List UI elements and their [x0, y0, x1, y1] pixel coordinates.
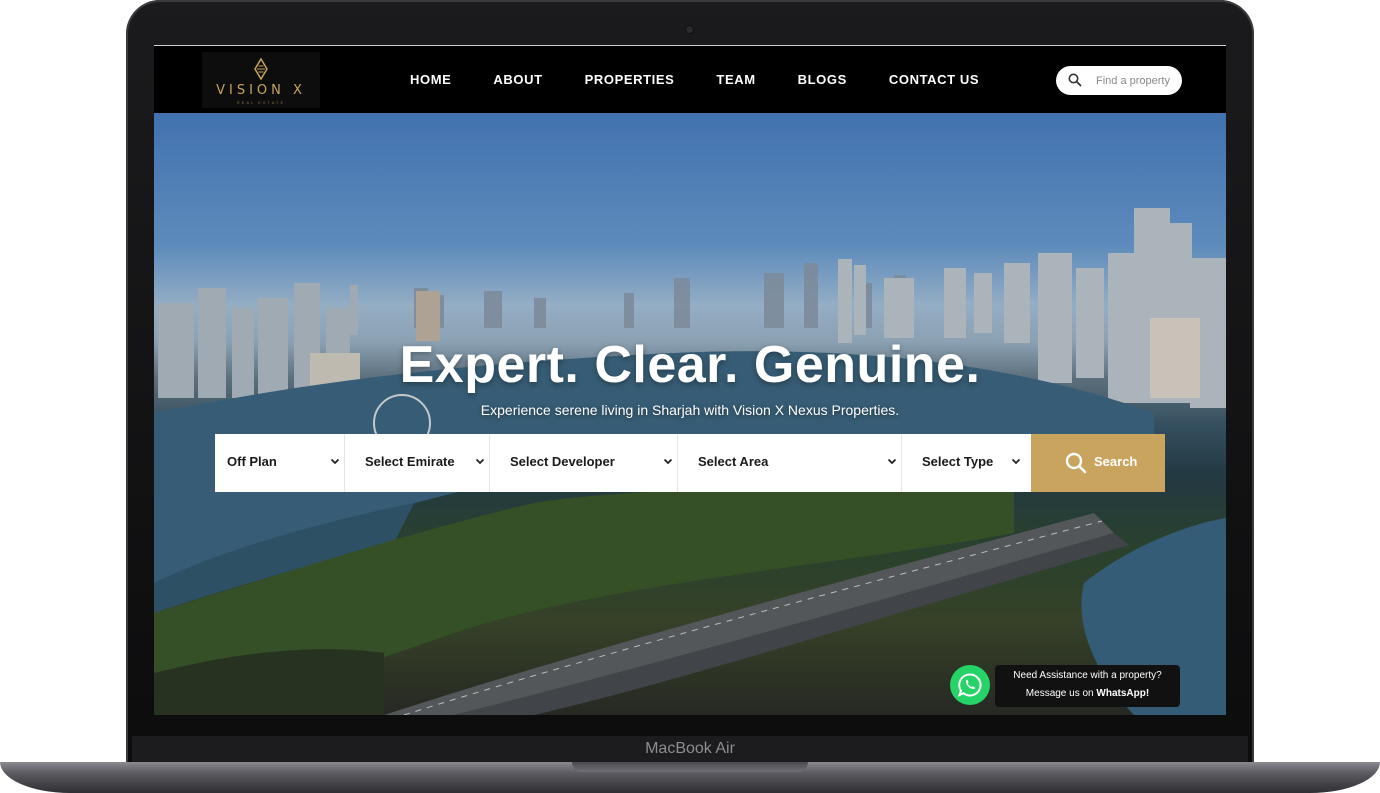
search-input[interactable]	[1096, 71, 1180, 90]
main-nav: HOME ABOUT PROPERTIES TEAM BLOGS CONTACT…	[410, 72, 1021, 87]
filter-area-label: Select Area	[698, 454, 769, 469]
device-model-label: MacBook Air	[645, 740, 735, 757]
chevron-down-icon	[663, 458, 673, 465]
laptop-notch	[572, 762, 808, 772]
search-button-label: Search	[1094, 454, 1138, 469]
logo-text: VISION X	[216, 83, 306, 98]
nav-about[interactable]: ABOUT	[493, 72, 542, 87]
filter-status[interactable]: Off Plan	[215, 434, 345, 492]
chevron-down-icon	[887, 458, 897, 465]
header-search	[1056, 66, 1182, 95]
property-search-bar: Off Plan Select Emirate Select Developer…	[215, 434, 1165, 492]
whatsapp-button[interactable]	[950, 665, 990, 705]
magnifier-icon	[1065, 452, 1087, 474]
nav-properties[interactable]: PROPERTIES	[585, 72, 675, 87]
site-header: VISION X REAL ESTATE HOME ABOUT PROPERTI…	[154, 45, 1226, 113]
logo-subtext: REAL ESTATE	[236, 100, 286, 105]
logo-mark-icon	[254, 58, 268, 80]
site-logo[interactable]: VISION X REAL ESTATE	[202, 52, 320, 108]
chevron-down-icon	[475, 458, 485, 465]
whatsapp-icon	[957, 673, 982, 697]
search-button[interactable]: Search	[1031, 434, 1165, 492]
hero-subtitle: Experience serene living in Sharjah with…	[480, 402, 900, 418]
filter-emirate-label: Select Emirate	[365, 454, 455, 469]
nav-blogs[interactable]: BLOGS	[798, 72, 847, 87]
filter-developer-label: Select Developer	[510, 454, 615, 469]
whatsapp-line-2-prefix: Message us on	[1025, 688, 1097, 699]
hero-title: Expert. Clear. Genuine.	[399, 336, 981, 394]
screen: VISION X REAL ESTATE HOME ABOUT PROPERTI…	[154, 45, 1226, 715]
camera-icon	[686, 26, 693, 33]
nav-contact-us[interactable]: CONTACT US	[889, 72, 979, 87]
search-icon[interactable]	[1068, 73, 1082, 87]
whatsapp-line-1: Need Assistance with a property?	[1013, 670, 1162, 681]
nav-home[interactable]: HOME	[410, 72, 451, 87]
filter-area[interactable]: Select Area	[678, 434, 902, 492]
filter-status-label: Off Plan	[227, 454, 277, 469]
filter-type-label: Select Type	[922, 454, 994, 469]
whatsapp-line-2: Message us on WhatsApp!	[995, 688, 1180, 699]
chevron-down-icon	[1011, 458, 1021, 465]
filter-emirate[interactable]: Select Emirate	[345, 434, 490, 492]
chevron-down-icon	[330, 458, 340, 465]
filter-developer[interactable]: Select Developer	[490, 434, 678, 492]
nav-team[interactable]: TEAM	[716, 72, 755, 87]
whatsapp-line-2-bold: WhatsApp!	[1096, 688, 1150, 699]
whatsapp-help-bubble[interactable]: Need Assistance with a property? Message…	[995, 665, 1180, 707]
filter-type[interactable]: Select Type	[902, 434, 1031, 492]
hero-section: Expert. Clear. Genuine. Experience seren…	[154, 113, 1226, 715]
